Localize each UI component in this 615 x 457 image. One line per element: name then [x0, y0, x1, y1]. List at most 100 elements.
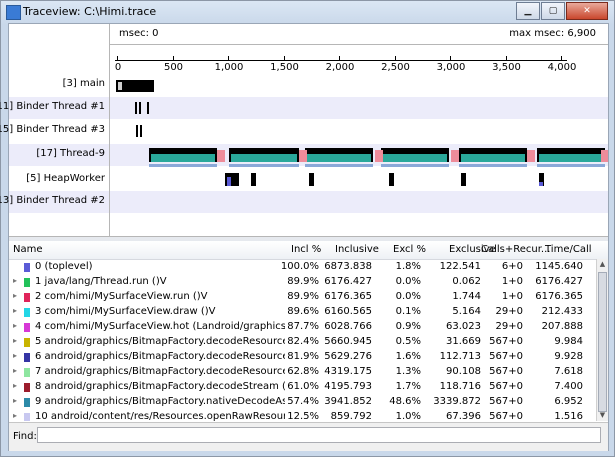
activity-segment[interactable] [461, 154, 525, 162]
client-area: [3] main [11] Binder Thread #1 [15] Binder… [0, 23, 609, 451]
cell-calls: 29+0 [495, 321, 523, 332]
activity-segment[interactable] [539, 182, 543, 186]
expand-arrow-icon[interactable]: ▸ [13, 336, 17, 345]
column-header[interactable]: Excl % [393, 244, 426, 255]
activity-segment[interactable] [299, 150, 307, 162]
activity-segment[interactable] [147, 102, 149, 114]
activity-segment[interactable] [136, 125, 138, 137]
tick-mark [283, 56, 285, 60]
cell-time-call: 9.928 [554, 351, 583, 362]
activity-segment[interactable] [459, 164, 527, 167]
table-row[interactable]: ▸ 10 android/content/res/Resources.openRa… [9, 410, 597, 421]
cell-inclusive: 4195.793 [324, 381, 372, 392]
table-row[interactable]: ▸ 9 android/graphics/BitmapFactory.native… [9, 395, 597, 410]
expand-arrow-icon[interactable]: ▸ [13, 411, 17, 420]
minimize-button[interactable]: ▁ [516, 2, 540, 20]
expand-arrow-icon[interactable]: ▸ [13, 321, 17, 330]
table-row[interactable]: ▸ 3 com/himi/MySurfaceView.draw ()V 89.6% 6… [9, 305, 597, 320]
column-header[interactable]: Inclusive [335, 244, 379, 255]
method-name: 3 com/himi/MySurfaceView.draw ()V [35, 306, 216, 317]
activity-segment[interactable] [229, 164, 299, 167]
cell-time-call: 7.400 [554, 381, 583, 392]
cell-incl-pct: 81.9% [287, 351, 319, 362]
find-input[interactable] [37, 427, 601, 443]
table-row[interactable]: 0 (toplevel) 100.0% 6873.838 1.8% 122.541 6+0… [9, 260, 597, 275]
cell-inclusive: 6176.365 [324, 291, 372, 302]
window-controls: ▁ ▢ ✕ [515, 2, 608, 20]
cell-incl-pct: 62.8% [287, 366, 319, 377]
method-name: 6 android/graphics/BitmapFactory.decodeR… [35, 351, 285, 362]
timeline-header: msec: 0 max msec: 6,900 0 500 1,000 1,500 2,… [109, 24, 608, 74]
column-header[interactable]: Time/Call [545, 244, 592, 255]
cell-incl-pct: 61.0% [287, 381, 319, 392]
cell-exclusive: 90.108 [446, 366, 481, 377]
column-header[interactable]: Incl % [291, 244, 321, 255]
cell-exclusive: 5.164 [452, 306, 481, 317]
table-row[interactable]: ▸ 5 android/graphics/BitmapFactory.decode… [9, 335, 597, 350]
timeline-panel[interactable]: [3] main [11] Binder Thread #1 [15] Binder… [0, 24, 608, 236]
method-color-swatch [24, 353, 30, 362]
table-row[interactable]: ▸ 7 android/graphics/BitmapFactory.decode… [9, 365, 597, 380]
table-row[interactable]: ▸ 4 com/himi/MySurfaceView.hot (Landroid/… [9, 320, 597, 335]
method-color-swatch [24, 368, 30, 377]
method-color-swatch [24, 263, 30, 272]
cell-calls: 6+0 [501, 261, 523, 272]
expand-arrow-icon[interactable]: ▸ [13, 366, 17, 375]
cell-inclusive: 6028.766 [324, 321, 372, 332]
cell-calls: 567+0 [489, 336, 523, 347]
expand-arrow-icon[interactable]: ▸ [13, 381, 17, 390]
activity-segment[interactable] [383, 154, 447, 162]
activity-segment[interactable] [151, 154, 215, 162]
activity-segment[interactable] [149, 164, 217, 167]
cell-exclusive: 118.716 [439, 381, 481, 392]
thread-label: [11] Binder Thread #1 [0, 101, 105, 112]
vertical-scrollbar[interactable]: ▲ ▼ [596, 259, 608, 421]
activity-segment[interactable] [305, 164, 373, 167]
close-button[interactable]: ✕ [566, 2, 608, 20]
expand-arrow-icon[interactable]: ▸ [13, 306, 17, 315]
scroll-up-icon[interactable]: ▲ [597, 259, 608, 270]
method-color-swatch [24, 338, 30, 347]
expand-arrow-icon[interactable]: ▸ [13, 396, 17, 405]
activity-segment[interactable] [389, 173, 394, 186]
activity-segment[interactable] [217, 150, 225, 162]
column-header[interactable]: Name [13, 244, 43, 255]
close-icon: ✕ [583, 6, 591, 16]
activity-segment[interactable] [539, 154, 603, 162]
cell-excl-pct: 0.1% [395, 306, 421, 317]
maximize-button[interactable]: ▢ [541, 2, 565, 20]
expand-arrow-icon[interactable]: ▸ [13, 351, 17, 360]
cell-excl-pct: 0.0% [395, 291, 421, 302]
tick-label: 3,000 [436, 62, 466, 73]
activity-segment[interactable] [375, 150, 383, 162]
activity-segment[interactable] [307, 154, 371, 162]
activity-segment[interactable] [381, 164, 449, 167]
cell-time-call: 9.984 [554, 336, 583, 347]
activity-segment[interactable] [527, 150, 535, 162]
activity-segment[interactable] [135, 102, 137, 114]
activity-segment[interactable] [231, 154, 297, 162]
table-row[interactable]: ▸ 6 android/graphics/BitmapFactory.decode… [9, 350, 597, 365]
scroll-thumb[interactable] [598, 272, 607, 412]
activity-segment[interactable] [309, 173, 314, 186]
activity-segment[interactable] [451, 150, 459, 162]
thread-label: [15] Binder Thread #3 [0, 124, 105, 135]
method-name: 10 android/content/res/Resources.openRaw… [35, 411, 285, 421]
activity-segment[interactable] [461, 173, 466, 186]
activity-segment[interactable] [140, 125, 142, 137]
expand-arrow-icon[interactable]: ▸ [13, 276, 17, 285]
activity-segment[interactable] [118, 82, 122, 90]
expand-arrow-icon[interactable]: ▸ [13, 291, 17, 300]
table-row[interactable]: ▸ 1 java/lang/Thread.run ()V 89.9% 6176.427… [9, 275, 597, 290]
cell-calls: 567+0 [489, 351, 523, 362]
activity-segment[interactable] [227, 177, 231, 186]
activity-segment[interactable] [537, 164, 605, 167]
column-header[interactable]: Calls+Recur... [481, 244, 550, 255]
activity-segment[interactable] [139, 102, 141, 114]
activity-segment[interactable] [251, 173, 256, 186]
table-row[interactable]: ▸ 8 android/graphics/BitmapFactory.decode… [9, 380, 597, 395]
activity-segment[interactable] [601, 150, 608, 162]
scroll-down-icon[interactable]: ▼ [597, 410, 608, 421]
cell-exclusive: 112.713 [439, 351, 481, 362]
table-row[interactable]: ▸ 2 com/himi/MySurfaceView.run ()V 89.9% 61… [9, 290, 597, 305]
